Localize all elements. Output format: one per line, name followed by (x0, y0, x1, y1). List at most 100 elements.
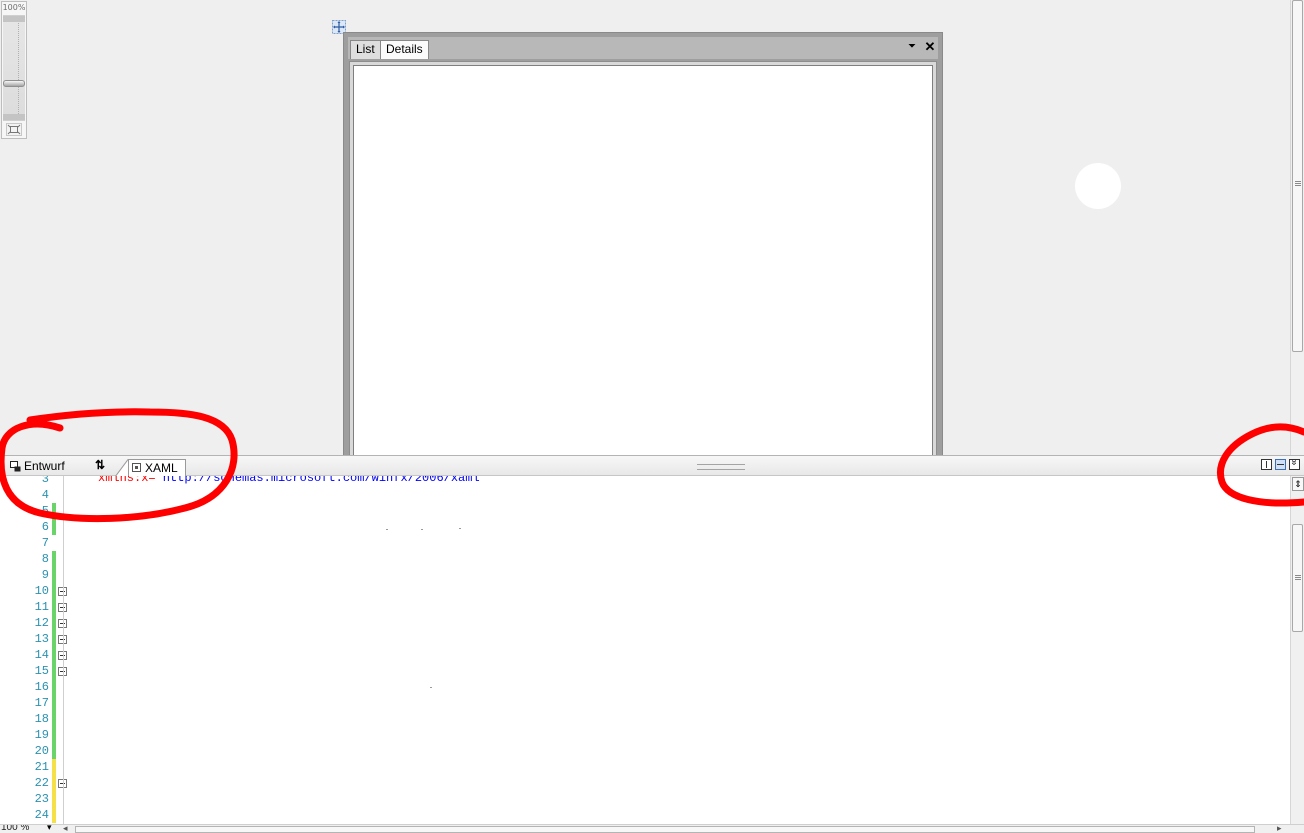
design-view-tab[interactable]: Entwurf (10, 458, 65, 474)
editor-zoom-value[interactable]: 100 % (1, 825, 29, 833)
gutter-row: 20 (0, 743, 64, 759)
line-number: 20 (34, 744, 49, 758)
tab-content-area[interactable] (353, 65, 933, 455)
xaml-view-tab[interactable]: XAML (128, 459, 186, 477)
change-indicator (52, 551, 56, 567)
change-indicator (52, 615, 56, 631)
line-number: 9 (41, 568, 49, 582)
gutter-row: 3 (0, 476, 64, 487)
code-fragment (459, 528, 461, 529)
code-fragment (386, 529, 388, 530)
window-preview[interactable]: List Details ⏷ ✕ (343, 32, 943, 455)
line-number: 5 (41, 504, 49, 518)
gutter-row: 19 (0, 727, 64, 743)
outline-guide (63, 476, 64, 824)
line-number: 8 (41, 552, 49, 566)
close-icon[interactable]: ✕ (923, 39, 937, 55)
change-indicator (52, 503, 56, 519)
split-resize-grip[interactable] (697, 464, 745, 470)
change-indicator (52, 567, 56, 583)
gutter-row: 24 (0, 807, 64, 823)
design-scroll-thumb[interactable] (1292, 0, 1303, 352)
design-surface[interactable]: 100% List Details ⏷ ✕ (0, 0, 1304, 455)
xml-attribute-value: "http://schemas.microsoft.com/winfx/2006… (155, 476, 487, 485)
line-number: 10 (34, 584, 49, 598)
zoom-track-cap-bottom (3, 114, 25, 120)
line-number: 13 (34, 632, 49, 646)
xaml-editor[interactable]: 3 4 5 6 7 8 9 10 11 12 13 14 15 16 17 18 19 20 21 22 23 24 xm… (0, 476, 1304, 824)
change-indicator (52, 775, 56, 791)
gutter-row: 18 (0, 711, 64, 727)
editor-vertical-scrollbar[interactable]: ⇕ (1290, 476, 1304, 824)
change-indicator (52, 519, 56, 535)
tab-content-frame (349, 61, 937, 455)
zoom-dropdown-icon[interactable]: ▾ (47, 825, 52, 833)
editor-split-handle-icon[interactable]: ⇕ (1292, 477, 1304, 491)
scroll-right-icon[interactable]: ▸ (1277, 825, 1282, 833)
code-fragment (421, 529, 423, 530)
collapse-pane-button[interactable] (1289, 459, 1300, 470)
line-number: 19 (34, 728, 49, 742)
horizontal-split-button[interactable] (1275, 459, 1286, 470)
gutter-row: 10 (0, 583, 67, 599)
line-number: 16 (34, 680, 49, 694)
editor-scroll-thumb[interactable] (1292, 524, 1303, 632)
scroll-grip-line (1295, 181, 1301, 182)
change-indicator (52, 647, 56, 663)
tab-xaml-edge (115, 459, 129, 477)
scroll-left-icon[interactable]: ◂ (63, 825, 68, 833)
change-indicator (52, 791, 56, 807)
line-number: 12 (34, 616, 49, 630)
change-indicator (52, 743, 56, 759)
gutter-row: 16 (0, 679, 64, 695)
code-line-3[interactable]: xmlns:x="http://schemas.microsoft.com/wi… (98, 476, 487, 485)
vertical-split-button[interactable] (1261, 459, 1272, 470)
tab-details[interactable]: Details (380, 40, 429, 59)
document-tab-bar: List Details ⏷ ✕ (348, 37, 938, 59)
ellipse-shape[interactable] (1075, 163, 1121, 209)
line-number-gutter: 3 4 5 6 7 8 9 10 11 12 13 14 15 16 17 18 19 20 21 22 23 24 (0, 476, 67, 824)
tab-list[interactable]: List (350, 40, 381, 59)
zoom-level-label: 100% (2, 3, 26, 12)
change-indicator (52, 583, 56, 599)
tab-dropdown-icon[interactable]: ⏷ (905, 40, 919, 54)
design-view-icon (10, 461, 21, 472)
zoom-slider-track[interactable] (3, 15, 25, 121)
change-indicator (52, 807, 56, 823)
scroll-grip-line (1295, 579, 1301, 580)
gutter-row: 23 (0, 791, 64, 807)
line-number: 15 (34, 664, 49, 678)
line-number: 6 (41, 520, 49, 534)
line-number: 24 (34, 808, 49, 822)
line-number: 3 (41, 476, 49, 486)
xml-attribute: xmlns:x= (98, 476, 156, 485)
gutter-row: 9 (0, 567, 64, 583)
zoom-slider-panel: 100% (1, 1, 27, 139)
design-vertical-scrollbar[interactable] (1290, 0, 1304, 455)
line-number: 22 (34, 776, 49, 790)
xaml-icon (132, 463, 141, 472)
gutter-row: 4 (0, 487, 64, 503)
gutter-row: 14 (0, 647, 67, 663)
change-indicator (52, 759, 56, 775)
line-number: 21 (34, 760, 49, 774)
swap-panes-icon[interactable]: ⇅ (92, 457, 108, 473)
gutter-row: 17 (0, 695, 64, 711)
scroll-grip-line (1295, 185, 1301, 186)
scroll-grip-line (1295, 577, 1301, 578)
change-indicator (52, 727, 56, 743)
gutter-row: 11 (0, 599, 67, 615)
change-indicator (52, 631, 56, 647)
change-indicator (52, 695, 56, 711)
gutter-row: 6 (0, 519, 64, 535)
gutter-row: 7 (0, 535, 64, 551)
gutter-row: 5 (0, 503, 64, 519)
zoom-slider-thumb[interactable] (3, 80, 25, 87)
code-fragment (430, 687, 432, 688)
line-number: 18 (34, 712, 49, 726)
horizontal-scroll-thumb[interactable] (75, 826, 1255, 833)
zoom-track-cap-top (3, 16, 25, 22)
gutter-row: 12 (0, 615, 67, 631)
gutter-row: 8 (0, 551, 64, 567)
fit-to-screen-button[interactable] (6, 123, 22, 136)
